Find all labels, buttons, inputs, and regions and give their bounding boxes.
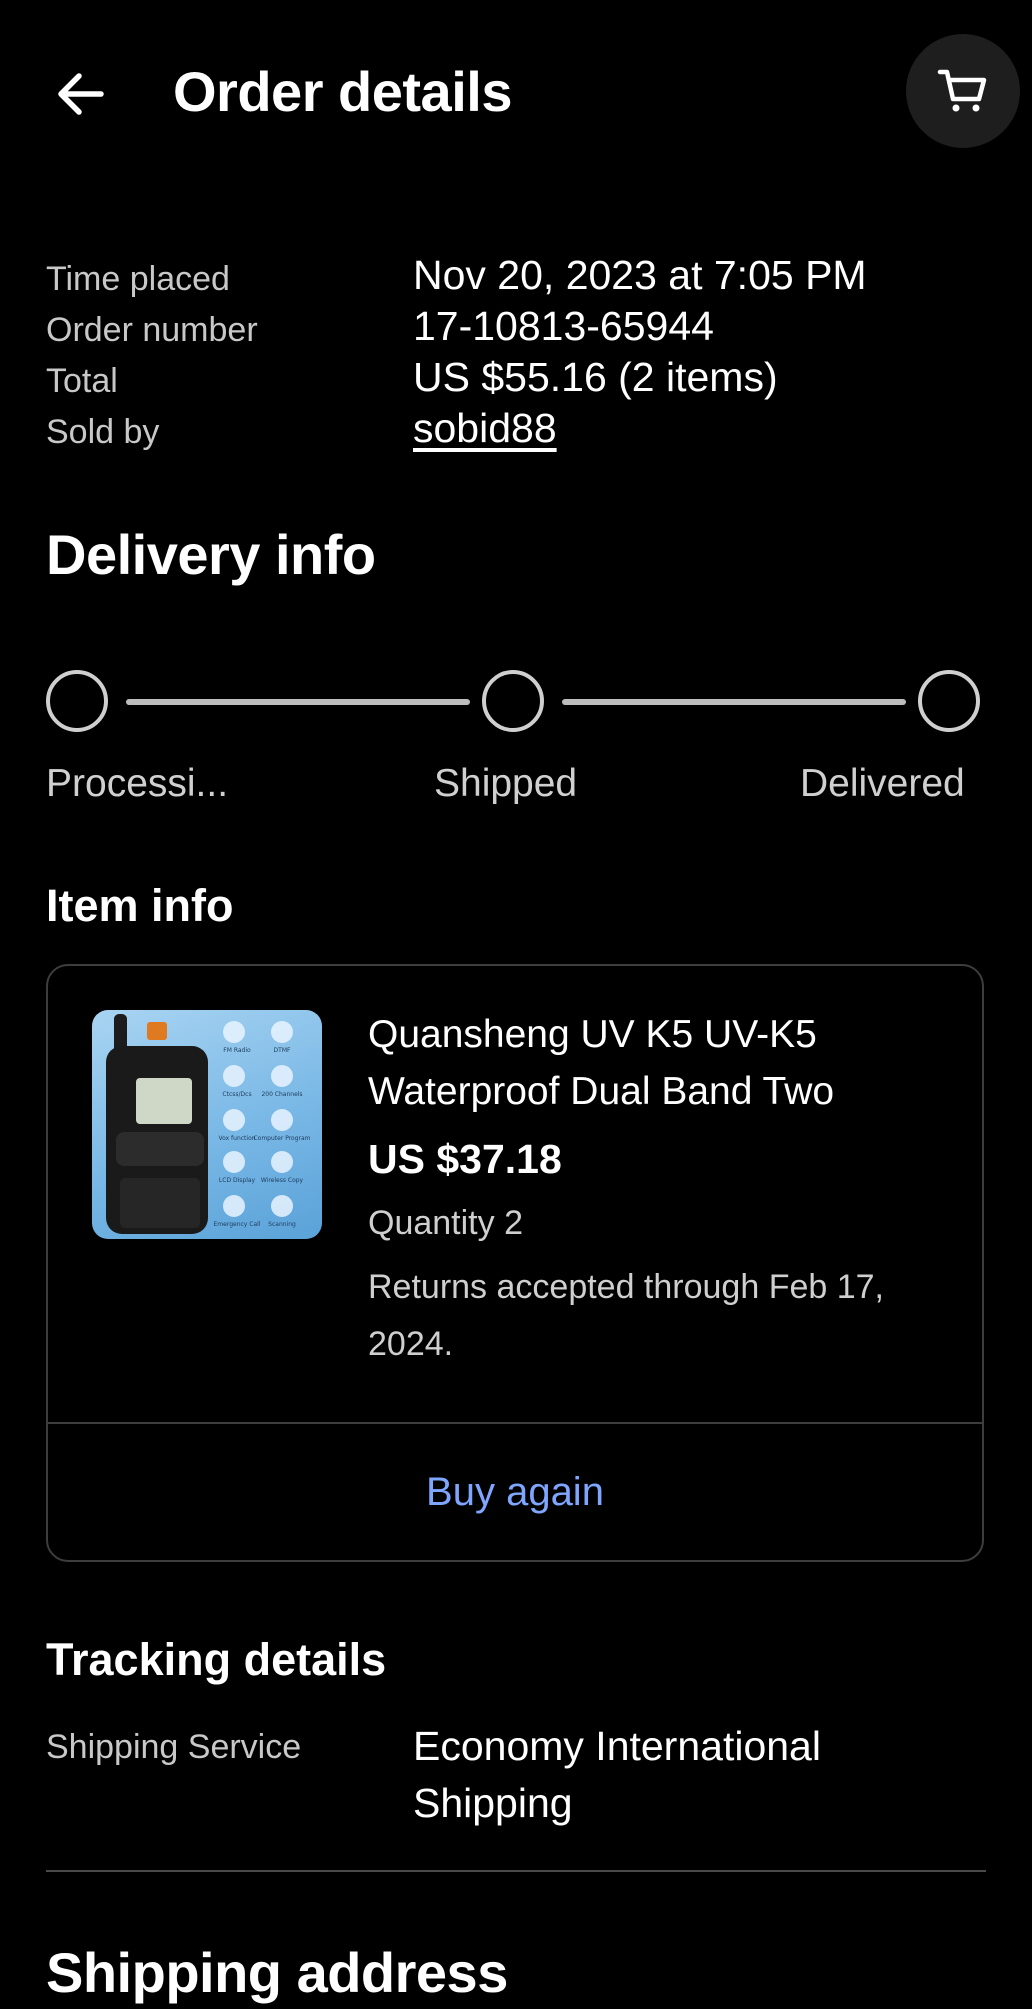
step-processing-label: Processi... [46,762,229,805]
time-placed-label: Time placed [46,260,230,298]
item-price: US $37.18 [368,1136,562,1182]
step-processing-circle [46,670,108,732]
order-number-value: 17-10813-65944 [413,303,714,349]
time-placed-value: Nov 20, 2023 at 7:05 PM [413,252,867,298]
total-value: US $55.16 (2 items) [413,354,778,400]
step-connector [562,699,906,705]
shipping-service-value: Economy International Shipping [413,1723,821,1826]
image-label: DTMF [274,1047,291,1054]
image-label: Computer Program [253,1135,310,1142]
radio-product-illustration: FM Radio DTMF Ctcss/Dcs 200 Channels Vox… [106,1014,311,1234]
image-label: Ctcss/Dcs [222,1091,251,1098]
image-label: Vox function [218,1135,255,1142]
total-row: Total US $55.16 (2 items) [46,354,986,405]
shipping-address-heading: Shipping address [46,1941,508,2004]
time-placed-row: Time placed Nov 20, 2023 at 7:05 PM [46,252,986,303]
image-label: 200 Channels [261,1091,302,1098]
arrow-left-icon [58,73,104,115]
section-divider [46,1870,986,1872]
item-card: FM Radio DTMF Ctcss/Dcs 200 Channels Vox… [46,964,984,1562]
cart-button[interactable] [906,34,1020,148]
item-info-heading: Item info [46,880,234,931]
image-label: LCD Display [219,1177,256,1184]
image-label: Emergency Call [214,1221,261,1228]
step-shipped-circle [482,670,544,732]
step-connector [126,699,470,705]
step-delivered-label: Delivered [800,762,965,805]
cart-icon [937,69,987,112]
total-label: Total [46,362,118,400]
item-title[interactable]: Quansheng UV K5 UV-K5 Waterproof Dual Ba… [368,1006,948,1120]
image-label: FM Radio [223,1047,251,1054]
product-image[interactable]: FM Radio DTMF Ctcss/Dcs 200 Channels Vox… [92,1010,322,1239]
image-label: Scanning [268,1221,296,1228]
sold-by-label: Sold by [46,413,160,451]
sold-by-row: Sold by sobid88 [46,405,986,456]
shipping-service-label: Shipping Service [46,1728,302,1766]
step-delivered-circle [918,670,980,732]
order-number-label: Order number [46,311,258,349]
page-title: Order details [173,60,512,123]
step-shipped-label: Shipped [434,762,578,805]
delivery-progress [46,670,986,740]
app-header: Order details [0,0,1032,180]
back-button[interactable] [46,60,114,128]
tracking-details-heading: Tracking details [46,1634,387,1685]
item-returns-policy: Returns accepted through Feb 17, 2024. [368,1268,884,1363]
seller-link[interactable]: sobid88 [413,405,557,452]
buy-again-button[interactable]: Buy again [48,1424,982,1560]
delivery-info-heading: Delivery info [46,523,376,586]
item-quantity: Quantity 2 [368,1204,523,1242]
order-number-row: Order number 17-10813-65944 [46,303,986,354]
image-label: Wireless Copy [261,1177,304,1184]
order-summary: Time placed Nov 20, 2023 at 7:05 PM Orde… [46,252,986,456]
